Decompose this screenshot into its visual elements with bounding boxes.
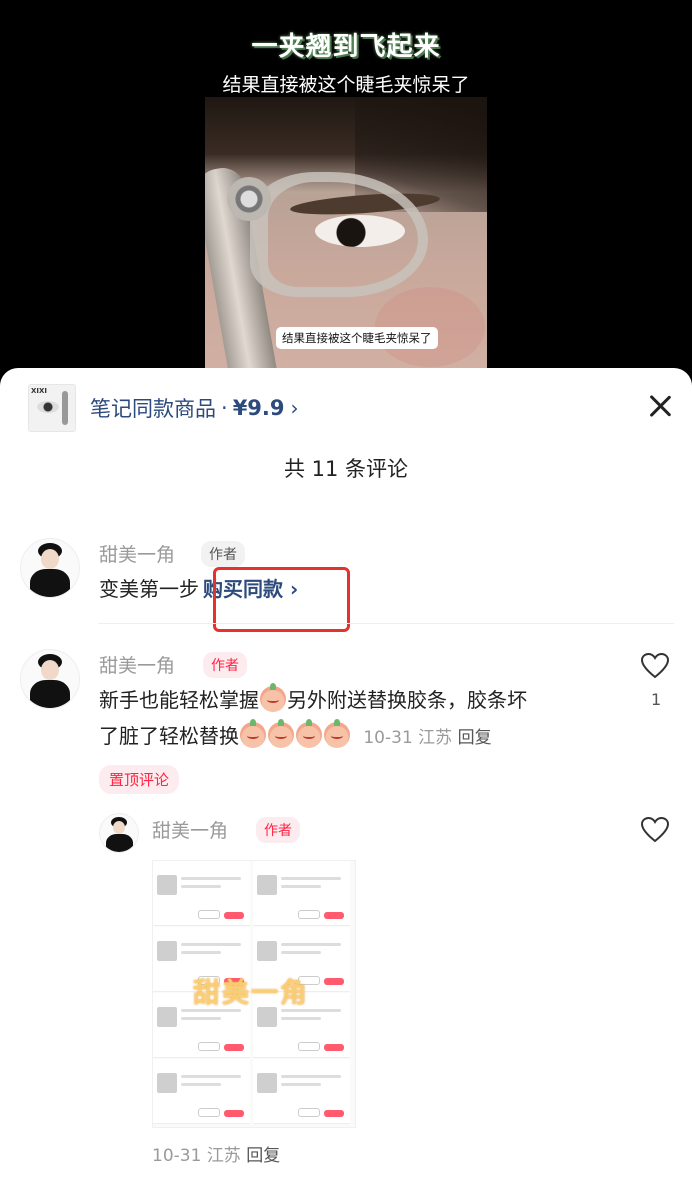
comment-username[interactable]: 甜美一角 xyxy=(99,651,175,678)
comment-username[interactable]: 甜美一角 xyxy=(99,540,175,567)
product-separator: · xyxy=(221,396,228,420)
chevron-right-icon: › xyxy=(290,396,299,420)
video-player[interactable]: 一夹翘到飞起来 结果直接被这个睫毛夹惊呆了 结果直接被这个睫毛夹惊呆了 xyxy=(0,0,692,380)
author-tag: 作者 xyxy=(201,541,245,567)
emoji-icon xyxy=(260,683,286,712)
like-count: 1 xyxy=(651,690,662,709)
comment-count: 共 11 条评论 xyxy=(283,457,409,481)
image-watermark: 甜美一角 xyxy=(193,978,309,1009)
product-label: 笔记同款商品 xyxy=(90,397,216,421)
reply-button[interactable]: 回复 xyxy=(458,728,492,748)
reply-meta: 10-31 江苏 回复 xyxy=(152,1141,280,1166)
product-price: ¥9.9 xyxy=(232,396,285,420)
author-tag: 作者 xyxy=(203,652,247,678)
product-link[interactable]: XIXI 笔记同款商品 · ¥9.9 › xyxy=(28,384,299,432)
author-tag: 作者 xyxy=(256,817,300,843)
video-caption-overlay: 结果直接被这个睫毛夹惊呆了 xyxy=(222,74,470,96)
comment-location: 江苏 xyxy=(418,728,453,748)
pinned-badge: 置顶评论 xyxy=(99,765,180,794)
video-subtitle: 结果直接被这个睫毛夹惊呆了 xyxy=(276,327,438,349)
emoji-icon xyxy=(324,719,350,748)
reply-image[interactable]: 甜美一角 xyxy=(152,860,356,1128)
heart-icon[interactable] xyxy=(640,652,670,679)
close-icon[interactable] xyxy=(645,391,675,421)
reply-location: 江苏 xyxy=(206,1146,241,1166)
comment-date: 10-31 xyxy=(363,728,413,748)
avatar[interactable] xyxy=(99,813,139,853)
emoji-icon xyxy=(268,719,294,748)
avatar[interactable] xyxy=(20,649,80,709)
comment-text: 新手也能轻松掌握 另外附送替换胶条，胶条坏 了脏了轻松替换 10-31 江苏 回复 xyxy=(99,683,527,748)
reply-date: 10-31 xyxy=(152,1146,202,1166)
emoji-icon xyxy=(296,719,322,748)
video-frame: 结果直接被这个睫毛夹惊呆了 xyxy=(205,97,487,380)
video-title-overlay: 一夹翘到飞起来 xyxy=(251,32,441,62)
product-thumbnail: XIXI xyxy=(28,384,76,432)
divider xyxy=(98,623,674,624)
reply-username[interactable]: 甜美一角 xyxy=(152,816,228,843)
avatar[interactable] xyxy=(20,538,80,598)
heart-icon[interactable] xyxy=(640,816,670,843)
comment-sheet: XIXI 笔记同款商品 · ¥9.9 › 共 11 条评论 甜美一角 作者 变美… xyxy=(0,368,692,1194)
emoji-icon xyxy=(240,719,266,748)
reply-button[interactable]: 回复 xyxy=(246,1146,280,1166)
